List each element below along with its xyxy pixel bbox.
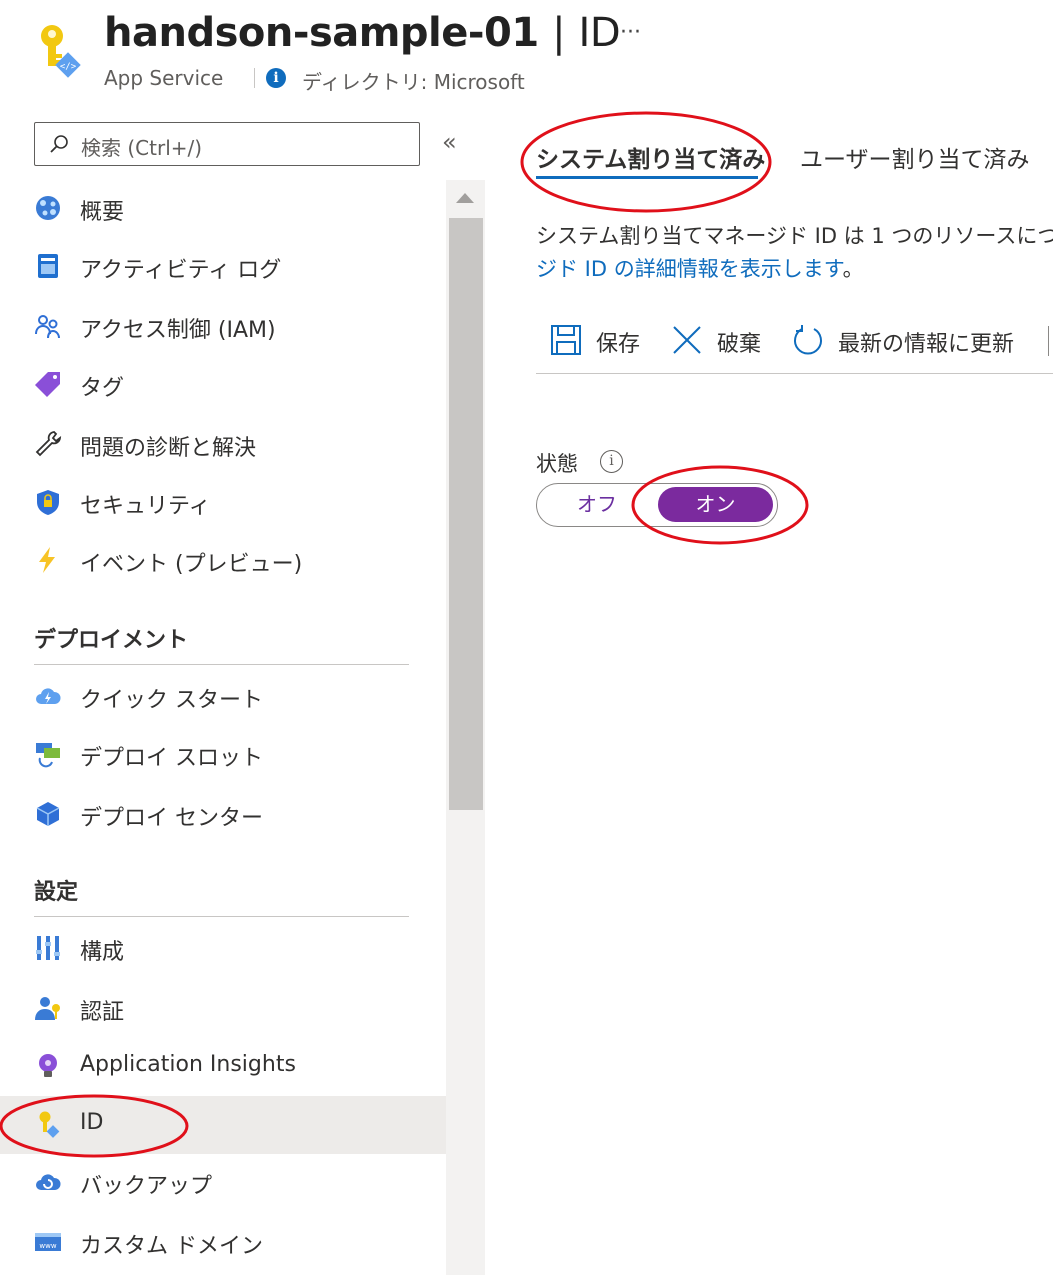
sidebar-item-tags[interactable]: タグ — [0, 356, 446, 414]
discard-label: 破棄 — [717, 332, 762, 357]
collapse-sidebar-button[interactable]: « — [442, 128, 457, 156]
sidebar-item-security[interactable]: セキュリティ — [0, 474, 446, 532]
key-identity-icon — [34, 1110, 62, 1138]
sidebar-item-events[interactable]: イベント (プレビュー) — [0, 532, 446, 590]
sidebar-item-label: 概要 — [80, 200, 125, 225]
lightning-icon — [34, 546, 62, 574]
slots-icon — [34, 740, 62, 768]
sidebar-item-label: クイック スタート — [80, 688, 263, 713]
svg-text:www: www — [39, 1242, 56, 1250]
toggle-off-option[interactable]: オフ — [537, 484, 657, 525]
sidebar-item-label: タグ — [80, 376, 125, 401]
sidebar-item-deployment-slots[interactable]: デプロイ スロット — [0, 726, 446, 784]
cloud-icon — [34, 682, 62, 710]
directory-label: ディレクトリ: Microsoft — [302, 70, 525, 94]
description-text: システム割り当てマネージド ID は 1 つのリソースにつき 1 — [536, 224, 1053, 248]
sliders-icon — [34, 934, 62, 962]
sidebar-item-iam[interactable]: アクセス制御 (IAM) — [0, 298, 446, 356]
shield-icon — [34, 488, 62, 516]
section-divider — [34, 916, 409, 917]
sidebar-item-quickstart[interactable]: クイック スタート — [0, 668, 446, 726]
section-heading-deployment: デプロイメント — [34, 628, 189, 653]
sidebar-item-label: Application Insights — [80, 1052, 296, 1077]
sidebar-item-label: ID — [80, 1110, 104, 1135]
command-separator — [1048, 326, 1049, 356]
people-icon — [34, 312, 62, 340]
search-icon — [50, 135, 68, 153]
sidebar-item-label: デプロイ スロット — [80, 746, 263, 771]
status-label: 状態 — [536, 452, 578, 476]
sidebar-item-label: バックアップ — [80, 1174, 213, 1199]
status-toggle[interactable]: オフ オン — [536, 483, 778, 527]
sidebar-item-label: アクティビティ ログ — [80, 258, 282, 283]
description-tail: 。 — [842, 257, 864, 281]
sidebar-item-label: 認証 — [80, 1000, 125, 1025]
tag-icon — [34, 370, 62, 398]
www-icon: www — [34, 1228, 62, 1256]
sidebar-item-configuration[interactable]: 構成 — [0, 920, 446, 978]
tab-user-assigned[interactable]: ユーザー割り当て済み — [800, 140, 1030, 174]
svg-text:</>: </> — [60, 62, 77, 72]
globe-icon — [34, 194, 62, 222]
divider — [254, 68, 255, 88]
sidebar-item-activity-log[interactable]: アクティビティ ログ — [0, 238, 446, 296]
wrench-icon — [34, 430, 62, 458]
sidebar-item-diagnose[interactable]: 問題の診断と解決 — [0, 416, 446, 474]
save-icon — [551, 325, 581, 355]
page-header: </> handson-sample-01 | ID ··· App Servi… — [0, 0, 1053, 110]
sidebar-item-label: イベント (プレビュー) — [80, 552, 303, 577]
sidebar-item-app-insights[interactable]: Application Insights — [0, 1038, 446, 1096]
toggle-on-option[interactable]: オン — [658, 487, 773, 522]
save-label: 保存 — [596, 332, 641, 357]
learn-more-link[interactable]: ジド ID の詳細情報を表示します — [536, 257, 843, 281]
user-key-icon — [34, 994, 62, 1022]
lightbulb-icon — [34, 1052, 62, 1080]
sidebar-item-custom-domains[interactable]: www カスタム ドメイン — [0, 1214, 446, 1272]
refresh-icon — [794, 325, 822, 355]
search-placeholder: 検索 (Ctrl+/) — [81, 136, 203, 160]
section-heading-settings: 設定 — [34, 880, 79, 905]
tab-system-assigned[interactable]: システム割り当て済み — [536, 140, 765, 174]
sidebar-item-label: カスタム ドメイン — [80, 1234, 263, 1259]
resource-type: App Service — [104, 66, 224, 90]
scroll-up-arrow-icon[interactable] — [456, 193, 474, 203]
tab-selected-indicator — [536, 176, 758, 179]
command-bar-divider — [536, 373, 1053, 374]
refresh-label: 最新の情報に更新 — [838, 332, 1015, 357]
search-input[interactable]: 検索 (Ctrl+/) — [34, 122, 420, 166]
scrollbar-thumb[interactable] — [449, 218, 483, 810]
sidebar-item-label: 構成 — [80, 940, 125, 965]
info-icon[interactable]: i — [600, 450, 623, 473]
log-icon — [34, 252, 62, 280]
more-options-button[interactable]: ··· — [620, 20, 641, 45]
close-icon — [673, 326, 701, 354]
sidebar-item-label: セキュリティ — [80, 494, 211, 519]
sidebar-item-label: デプロイ センター — [80, 806, 263, 831]
sidebar-item-deployment-center[interactable]: デプロイ センター — [0, 786, 446, 844]
section-divider — [34, 664, 409, 665]
key-identity-icon: </> — [41, 25, 81, 78]
sidebar-item-identity[interactable]: ID — [0, 1096, 446, 1154]
sidebar-item-overview[interactable]: 概要 — [0, 180, 446, 238]
sidebar-item-authentication[interactable]: 認証 — [0, 980, 446, 1038]
page-title: handson-sample-01 | ID — [104, 10, 621, 56]
sidebar-item-backup[interactable]: バックアップ — [0, 1154, 446, 1212]
backup-cloud-icon — [34, 1168, 62, 1196]
description-line2: ジド ID の詳細情報を表示します。 — [536, 253, 864, 283]
sidebar-item-label: アクセス制御 (IAM) — [80, 318, 276, 343]
cube-icon — [34, 800, 62, 828]
sidebar-item-label: 問題の診断と解決 — [80, 436, 257, 461]
info-icon: i — [266, 68, 286, 88]
